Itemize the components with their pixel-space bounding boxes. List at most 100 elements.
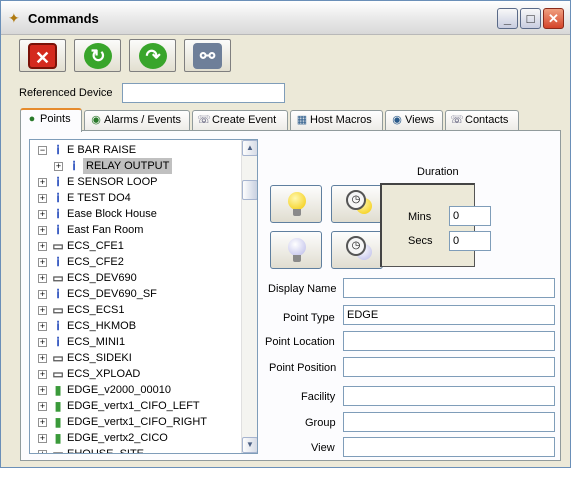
display-name-field[interactable] xyxy=(343,278,555,298)
expand-icon[interactable]: + xyxy=(38,418,47,427)
tree-node[interactable]: + ▭ ECS_ECS1 xyxy=(30,302,241,318)
timed-on-button[interactable]: ◷ xyxy=(331,185,383,223)
mins-field[interactable]: 0 xyxy=(449,206,491,226)
expand-icon[interactable]: + xyxy=(38,194,47,203)
expand-icon[interactable]: + xyxy=(38,178,47,187)
tree-node[interactable]: + ▮ EDGE_v2000_00010 xyxy=(30,382,241,398)
tree-node[interactable]: − ⅰ E BAR RAISE xyxy=(30,142,241,158)
device-icon: ▭ xyxy=(52,271,64,285)
tab-label: Views xyxy=(405,114,435,126)
tree-node-label: ECS_ECS1 xyxy=(67,304,125,316)
tree-node[interactable]: + ⅰ ECS_CFE2 xyxy=(30,254,241,270)
tree-node-label: E SENSOR LOOP xyxy=(67,176,158,188)
tree-node[interactable]: + ▭ ECS_XPLOAD xyxy=(30,366,241,382)
minimize-button[interactable]: _ xyxy=(497,8,518,29)
expand-icon[interactable]: + xyxy=(38,226,47,235)
tree-node[interactable]: + ⅰ ECS_DEV690_SF xyxy=(30,286,241,302)
group-label: Group xyxy=(305,417,336,429)
secs-field[interactable]: 0 xyxy=(449,231,491,251)
edge-device-icon: ▮ xyxy=(54,415,62,429)
tree-node[interactable]: + ⅰ Ease Block House xyxy=(30,206,241,222)
expand-icon[interactable]: + xyxy=(38,242,47,251)
tree-node-label: EDGE_vertx2_CICO xyxy=(67,432,168,444)
tab-host-macros[interactable]: ▦ Host Macros xyxy=(290,110,383,131)
tree-node[interactable]: + ▭ ECS_DEV690 xyxy=(30,270,241,286)
expand-icon[interactable]: + xyxy=(38,370,47,379)
collapse-icon[interactable]: − xyxy=(38,146,47,155)
expand-icon[interactable]: + xyxy=(38,210,47,219)
tab-alarms-events[interactable]: ◉ Alarms / Events xyxy=(84,110,190,131)
tree-node[interactable]: + ⅰ East Fan Room xyxy=(30,222,241,238)
expand-icon[interactable]: + xyxy=(38,434,47,443)
tree-node[interactable]: + ▭ EHOUSE_SITE xyxy=(30,446,241,453)
scroll-thumb[interactable] xyxy=(242,180,257,200)
expand-icon[interactable]: + xyxy=(38,338,47,347)
expand-icon[interactable]: + xyxy=(38,354,47,363)
tree-node-label: E BAR RAISE xyxy=(67,144,137,156)
points-tree[interactable]: ▲ ▼ − ⅰ E BAR RAISE + ⅰ RELAY OUTPUT + ⅰ E SENSO… xyxy=(29,139,258,454)
referenced-device-field[interactable] xyxy=(122,83,285,103)
tree-node-label: Ease Block House xyxy=(67,208,157,220)
tree-node-label: ECS_CFE2 xyxy=(67,256,124,268)
expand-icon[interactable]: + xyxy=(38,402,47,411)
tree-node-label: ECS_SIDEKI xyxy=(67,352,132,364)
view-label: View xyxy=(311,442,335,454)
phone-icon: ☏ xyxy=(197,114,211,126)
facility-field[interactable] xyxy=(343,386,555,406)
device-icon: ▭ xyxy=(52,239,64,253)
redo-button[interactable]: ↷ xyxy=(129,39,176,72)
timed-off-button[interactable]: ◷ xyxy=(331,231,383,269)
tree-node[interactable]: + ⅰ ECS_MINI1 xyxy=(30,334,241,350)
tree-node[interactable]: + ▮ EDGE_vertx1_CIFO_LEFT xyxy=(30,398,241,414)
tree-node-label: RELAY OUTPUT xyxy=(83,158,173,174)
point-location-field[interactable] xyxy=(343,331,555,351)
point-type-field[interactable]: EDGE xyxy=(343,305,555,325)
grid-icon: ▦ xyxy=(296,114,308,126)
tree-node-label: EDGE_v2000_00010 xyxy=(67,384,171,396)
point-icon: ⅰ xyxy=(56,287,60,301)
on-button[interactable] xyxy=(270,185,322,223)
tree-node[interactable]: + ▮ EDGE_vertx2_CICO xyxy=(30,430,241,446)
close-button[interactable]: ✕ xyxy=(543,8,564,29)
point-icon: ⅰ xyxy=(56,207,60,221)
tree-node[interactable]: + ⅰ E SENSOR LOOP xyxy=(30,174,241,190)
maximize-button[interactable]: □ xyxy=(520,8,541,29)
point-position-field[interactable] xyxy=(343,357,555,377)
scroll-down-button[interactable]: ▼ xyxy=(242,437,257,453)
expand-icon[interactable]: + xyxy=(38,274,47,283)
tab-contacts[interactable]: ☏Contacts xyxy=(445,110,519,131)
group-field[interactable] xyxy=(343,412,555,432)
clock-icon: ◷ xyxy=(346,190,366,210)
refresh-button[interactable]: ↻ xyxy=(74,39,121,72)
tree-node[interactable]: + ⅰ RELAY OUTPUT xyxy=(30,158,241,174)
clock-icon: ◷ xyxy=(346,236,366,256)
points-icon: ● xyxy=(28,113,36,125)
cancel-button[interactable]: ✕ xyxy=(19,39,66,72)
expand-icon[interactable]: + xyxy=(38,322,47,331)
tab-points[interactable]: ● Points xyxy=(20,108,82,132)
tab-label: Points xyxy=(40,113,71,125)
expand-icon[interactable]: + xyxy=(38,258,47,267)
expand-icon[interactable]: + xyxy=(38,450,47,453)
scroll-up-button[interactable]: ▲ xyxy=(242,140,257,156)
expand-icon[interactable]: + xyxy=(54,162,63,171)
tab-views[interactable]: ◉ Views xyxy=(385,110,443,131)
tree-scrollbar[interactable]: ▲ ▼ xyxy=(241,140,257,453)
tree-node[interactable]: + ▮ EDGE_vertx1_CIFO_RIGHT xyxy=(30,414,241,430)
tree-node[interactable]: + ⅰ E TEST DO4 xyxy=(30,190,241,206)
tree-node[interactable]: + ⅰ ECS_HKMOB xyxy=(30,318,241,334)
point-icon: ⅰ xyxy=(56,191,60,205)
tab-label: Contacts xyxy=(465,114,509,126)
view-field[interactable] xyxy=(343,437,555,457)
facility-label: Facility xyxy=(301,391,336,403)
tree-node[interactable]: + ▭ ECS_CFE1 xyxy=(30,238,241,254)
expand-icon[interactable]: + xyxy=(38,306,47,315)
expand-icon[interactable]: + xyxy=(38,290,47,299)
expand-icon[interactable]: + xyxy=(38,386,47,395)
tree-node-label: ECS_MINI1 xyxy=(67,336,126,348)
title-bar[interactable]: ✦ Commands _ □ ✕ xyxy=(1,1,570,35)
off-button[interactable] xyxy=(270,231,322,269)
find-button[interactable]: ⚯ xyxy=(184,39,231,72)
tree-node[interactable]: + ▭ ECS_SIDEKI xyxy=(30,350,241,366)
tab-create-event[interactable]: ☏Create Event xyxy=(192,110,288,131)
